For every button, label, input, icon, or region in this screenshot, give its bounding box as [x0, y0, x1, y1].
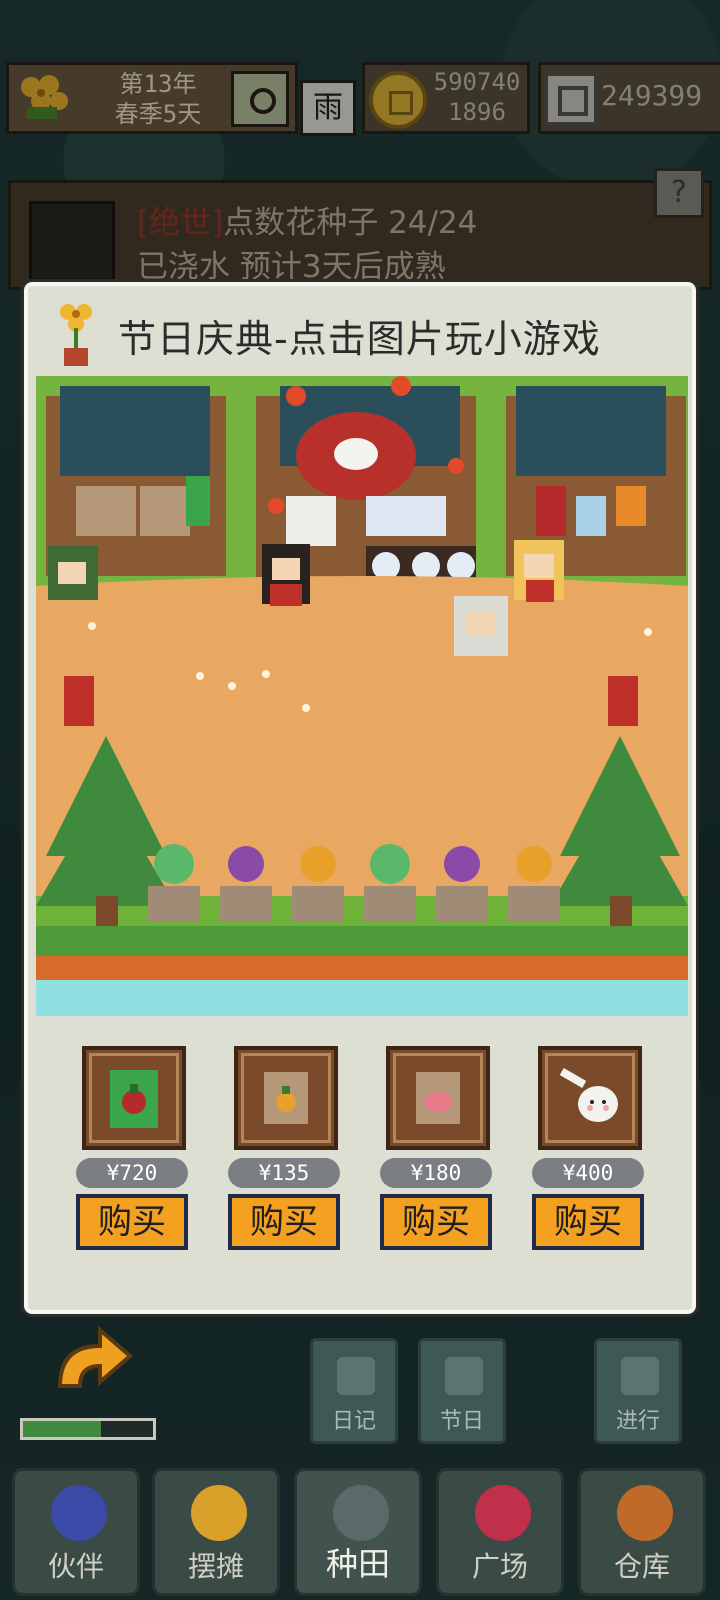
dialog-title: 节日庆典-点击图片玩小游戏 — [118, 317, 601, 361]
buy-button[interactable]: 购买 — [380, 1194, 492, 1250]
festival-scene-image[interactable] — [36, 376, 688, 1016]
watering-can-icon — [333, 1485, 389, 1541]
nav-warehouse-label: 仓库 — [613, 1550, 670, 1583]
warehouse-house-icon — [617, 1485, 673, 1541]
buy-button[interactable]: 购买 — [76, 1194, 188, 1250]
nav-partner-label: 伙伴 — [47, 1550, 104, 1583]
stall-icon — [191, 1485, 247, 1541]
nav-stall-label: 摆摊 — [187, 1550, 244, 1583]
festival-label: 节日 — [439, 1409, 484, 1434]
ghost-spoon-icon — [559, 1068, 618, 1122]
progress-fill — [23, 1421, 101, 1437]
festival-dialog: 节日庆典-点击图片玩小游戏 ¥720 购买 ¥135 购买 ¥180 购买 ¥4… — [21, 279, 699, 1317]
nav-farm-label: 种田 — [325, 1545, 390, 1583]
item-price: ¥720 — [76, 1158, 188, 1188]
character-blonde — [514, 540, 564, 602]
item-thumbnail[interactable] — [538, 1046, 642, 1150]
fast-forward-icon — [621, 1357, 659, 1395]
proceed-button[interactable]: 进行 — [594, 1338, 682, 1444]
pink-seed-pack-icon — [416, 1072, 460, 1124]
nav-plaza[interactable]: 广场 — [436, 1468, 564, 1596]
proceed-label: 进行 — [615, 1409, 660, 1434]
undo-arrow-icon[interactable] — [20, 1316, 160, 1416]
nav-warehouse[interactable]: 仓库 — [578, 1468, 706, 1596]
item-thumbnail[interactable] — [82, 1046, 186, 1150]
item-price: ¥135 — [228, 1158, 340, 1188]
buy-button[interactable]: 购买 — [228, 1194, 340, 1250]
star-icon — [445, 1357, 483, 1395]
orange-seed-pack-icon — [264, 1072, 308, 1124]
partner-icon — [51, 1485, 107, 1541]
shop-items: ¥720 购买 ¥135 购买 ¥180 购买 ¥400 购买 — [28, 1046, 692, 1296]
nav-farm[interactable]: 种田 — [294, 1468, 422, 1596]
progress-bar — [20, 1418, 156, 1440]
diary-button[interactable]: 日记 — [310, 1338, 398, 1444]
character-green-hood — [48, 546, 98, 600]
character-black-hair — [262, 544, 310, 606]
buy-button[interactable]: 购买 — [532, 1194, 644, 1250]
nav-plaza-label: 广场 — [471, 1550, 528, 1583]
festival-button[interactable]: 节日 — [418, 1338, 506, 1444]
nav-partner[interactable]: 伙伴 — [12, 1468, 140, 1596]
green-seed-bag-icon — [110, 1070, 158, 1128]
nav-stall[interactable]: 摆摊 — [152, 1468, 280, 1596]
item-thumbnail[interactable] — [386, 1046, 490, 1150]
potted-flower-icon — [60, 304, 92, 366]
item-price: ¥180 — [380, 1158, 492, 1188]
character-white-hair — [454, 596, 508, 656]
plaza-flower-icon — [475, 1485, 531, 1541]
item-thumbnail[interactable] — [234, 1046, 338, 1150]
diary-label: 日记 — [331, 1409, 376, 1434]
bottom-nav: 伙伴 摆摊 种田 广场 仓库 — [0, 1460, 720, 1600]
book-icon — [337, 1357, 375, 1395]
item-price: ¥400 — [532, 1158, 644, 1188]
